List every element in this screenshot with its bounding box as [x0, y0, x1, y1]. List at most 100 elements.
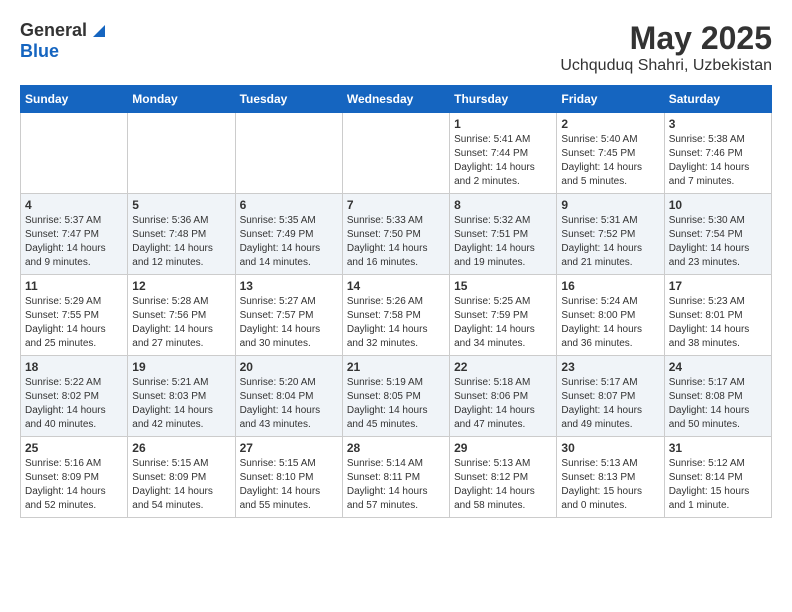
logo-icon: [89, 23, 105, 39]
day-number: 27: [240, 441, 338, 455]
calendar-cell: 16 Sunrise: 5:24 AM Sunset: 8:00 PM Dayli…: [557, 275, 664, 356]
day-number: 22: [454, 360, 552, 374]
day-number: 2: [561, 117, 659, 131]
day-number: 28: [347, 441, 445, 455]
calendar-cell: 23Sunrise: 5:17 AM Sunset: 8:07 PM Dayli…: [557, 356, 664, 437]
calendar-cell: 30Sunrise: 5:13 AM Sunset: 8:13 PM Dayli…: [557, 437, 664, 518]
calendar-cell: 31Sunrise: 5:12 AM Sunset: 8:14 PM Dayli…: [664, 437, 771, 518]
day-number: 10: [669, 198, 767, 212]
day-info: Sunrise: 5:35 AM Sunset: 7:49 PM Dayligh…: [240, 214, 338, 270]
calendar-cell: 26Sunrise: 5:15 AM Sunset: 8:09 PM Dayli…: [128, 437, 235, 518]
week-row-3: 11 Sunrise: 5:29 AM Sunset: 7:55 PM Dayli…: [21, 275, 772, 356]
day-info: Sunrise: 5:20 AM Sunset: 8:04 PM Dayligh…: [240, 376, 338, 432]
calendar-cell: 15 Sunrise: 5:25 AM Sunset: 7:59 PM Dayli…: [450, 275, 557, 356]
calendar-cell: 10 Sunrise: 5:30 AM Sunset: 7:54 PM Dayli…: [664, 194, 771, 275]
calendar-cell: 28 Sunrise: 5:14 AM Sunset: 8:11 PM Dayli…: [342, 437, 449, 518]
calendar-cell: 29 Sunrise: 5:13 AM Sunset: 8:12 PM Dayli…: [450, 437, 557, 518]
calendar-cell: 13 Sunrise: 5:27 AM Sunset: 7:57 PM Dayli…: [235, 275, 342, 356]
day-number: 3: [669, 117, 767, 131]
day-number: 15: [454, 279, 552, 293]
day-info: Sunrise: 5:15 AM Sunset: 8:09 PM Dayligh…: [132, 457, 230, 513]
day-info: Sunrise: 5:17 AM Sunset: 8:07 PM Dayligh…: [561, 376, 659, 432]
calendar-cell: 18 Sunrise: 5:22 AM Sunset: 8:02 PM Dayli…: [21, 356, 128, 437]
weekday-header-friday: Friday: [557, 86, 664, 113]
calendar-cell: 9 Sunrise: 5:31 AM Sunset: 7:52 PM Daylig…: [557, 194, 664, 275]
day-number: 19: [132, 360, 230, 374]
day-number: 6: [240, 198, 338, 212]
day-info: Sunrise: 5:26 AM Sunset: 7:58 PM Dayligh…: [347, 295, 445, 351]
day-info: Sunrise: 5:30 AM Sunset: 7:54 PM Dayligh…: [669, 214, 767, 270]
calendar-cell: [128, 113, 235, 194]
week-row-5: 25Sunrise: 5:16 AM Sunset: 8:09 PM Dayli…: [21, 437, 772, 518]
day-number: 12: [132, 279, 230, 293]
day-number: 8: [454, 198, 552, 212]
day-info: Sunrise: 5:24 AM Sunset: 8:00 PM Dayligh…: [561, 295, 659, 351]
day-info: Sunrise: 5:13 AM Sunset: 8:13 PM Dayligh…: [561, 457, 659, 513]
calendar-cell: 14Sunrise: 5:26 AM Sunset: 7:58 PM Dayli…: [342, 275, 449, 356]
day-info: Sunrise: 5:33 AM Sunset: 7:50 PM Dayligh…: [347, 214, 445, 270]
calendar-cell: 7 Sunrise: 5:33 AM Sunset: 7:50 PM Daylig…: [342, 194, 449, 275]
day-info: Sunrise: 5:23 AM Sunset: 8:01 PM Dayligh…: [669, 295, 767, 351]
day-number: 25: [25, 441, 123, 455]
day-number: 11: [25, 279, 123, 293]
day-number: 18: [25, 360, 123, 374]
day-info: Sunrise: 5:25 AM Sunset: 7:59 PM Dayligh…: [454, 295, 552, 351]
weekday-header-row: SundayMondayTuesdayWednesdayThursdayFrid…: [21, 86, 772, 113]
calendar-cell: 12 Sunrise: 5:28 AM Sunset: 7:56 PM Dayli…: [128, 275, 235, 356]
weekday-header-tuesday: Tuesday: [235, 86, 342, 113]
day-number: 13: [240, 279, 338, 293]
weekday-header-saturday: Saturday: [664, 86, 771, 113]
day-info: Sunrise: 5:32 AM Sunset: 7:51 PM Dayligh…: [454, 214, 552, 270]
day-info: Sunrise: 5:19 AM Sunset: 8:05 PM Dayligh…: [347, 376, 445, 432]
day-number: 16: [561, 279, 659, 293]
day-info: Sunrise: 5:40 AM Sunset: 7:45 PM Dayligh…: [561, 133, 659, 189]
week-row-4: 18 Sunrise: 5:22 AM Sunset: 8:02 PM Dayli…: [21, 356, 772, 437]
day-info: Sunrise: 5:28 AM Sunset: 7:56 PM Dayligh…: [132, 295, 230, 351]
calendar-cell: 21Sunrise: 5:19 AM Sunset: 8:05 PM Dayli…: [342, 356, 449, 437]
day-info: Sunrise: 5:13 AM Sunset: 8:12 PM Dayligh…: [454, 457, 552, 513]
day-number: 9: [561, 198, 659, 212]
calendar-cell: 24 Sunrise: 5:17 AM Sunset: 8:08 PM Dayli…: [664, 356, 771, 437]
calendar-cell: 5 Sunrise: 5:36 AM Sunset: 7:48 PM Daylig…: [128, 194, 235, 275]
day-info: Sunrise: 5:22 AM Sunset: 8:02 PM Dayligh…: [25, 376, 123, 432]
day-info: Sunrise: 5:36 AM Sunset: 7:48 PM Dayligh…: [132, 214, 230, 270]
calendar-cell: 2 Sunrise: 5:40 AM Sunset: 7:45 PM Daylig…: [557, 113, 664, 194]
calendar-cell: 19 Sunrise: 5:21 AM Sunset: 8:03 PM Dayli…: [128, 356, 235, 437]
day-number: 5: [132, 198, 230, 212]
weekday-header-sunday: Sunday: [21, 86, 128, 113]
day-number: 7: [347, 198, 445, 212]
calendar-cell: 1 Sunrise: 5:41 AM Sunset: 7:44 PM Daylig…: [450, 113, 557, 194]
logo: General Blue: [20, 20, 105, 62]
calendar-cell: [342, 113, 449, 194]
calendar-cell: 11 Sunrise: 5:29 AM Sunset: 7:55 PM Dayli…: [21, 275, 128, 356]
day-number: 24: [669, 360, 767, 374]
logo-blue-text: Blue: [20, 41, 59, 62]
day-info: Sunrise: 5:37 AM Sunset: 7:47 PM Dayligh…: [25, 214, 123, 270]
weekday-header-wednesday: Wednesday: [342, 86, 449, 113]
header: General Blue May 2025 Uchquduq Shahri, U…: [20, 20, 772, 75]
calendar-cell: 20 Sunrise: 5:20 AM Sunset: 8:04 PM Dayli…: [235, 356, 342, 437]
weekday-header-monday: Monday: [128, 86, 235, 113]
month-title: May 2025: [560, 20, 772, 57]
week-row-1: 1 Sunrise: 5:41 AM Sunset: 7:44 PM Daylig…: [21, 113, 772, 194]
day-info: Sunrise: 5:12 AM Sunset: 8:14 PM Dayligh…: [669, 457, 767, 513]
calendar-cell: [21, 113, 128, 194]
day-info: Sunrise: 5:38 AM Sunset: 7:46 PM Dayligh…: [669, 133, 767, 189]
day-info: Sunrise: 5:31 AM Sunset: 7:52 PM Dayligh…: [561, 214, 659, 270]
calendar-cell: 25Sunrise: 5:16 AM Sunset: 8:09 PM Dayli…: [21, 437, 128, 518]
day-info: Sunrise: 5:14 AM Sunset: 8:11 PM Dayligh…: [347, 457, 445, 513]
day-info: Sunrise: 5:41 AM Sunset: 7:44 PM Dayligh…: [454, 133, 552, 189]
calendar-cell: 4Sunrise: 5:37 AM Sunset: 7:47 PM Daylig…: [21, 194, 128, 275]
calendar-cell: 8 Sunrise: 5:32 AM Sunset: 7:51 PM Daylig…: [450, 194, 557, 275]
day-info: Sunrise: 5:29 AM Sunset: 7:55 PM Dayligh…: [25, 295, 123, 351]
day-number: 20: [240, 360, 338, 374]
day-info: Sunrise: 5:27 AM Sunset: 7:57 PM Dayligh…: [240, 295, 338, 351]
day-number: 1: [454, 117, 552, 131]
calendar-cell: 3 Sunrise: 5:38 AM Sunset: 7:46 PM Daylig…: [664, 113, 771, 194]
day-info: Sunrise: 5:21 AM Sunset: 8:03 PM Dayligh…: [132, 376, 230, 432]
day-number: 29: [454, 441, 552, 455]
title-area: May 2025 Uchquduq Shahri, Uzbekistan: [560, 20, 772, 75]
calendar-table: SundayMondayTuesdayWednesdayThursdayFrid…: [20, 85, 772, 518]
day-info: Sunrise: 5:17 AM Sunset: 8:08 PM Dayligh…: [669, 376, 767, 432]
week-row-2: 4Sunrise: 5:37 AM Sunset: 7:47 PM Daylig…: [21, 194, 772, 275]
